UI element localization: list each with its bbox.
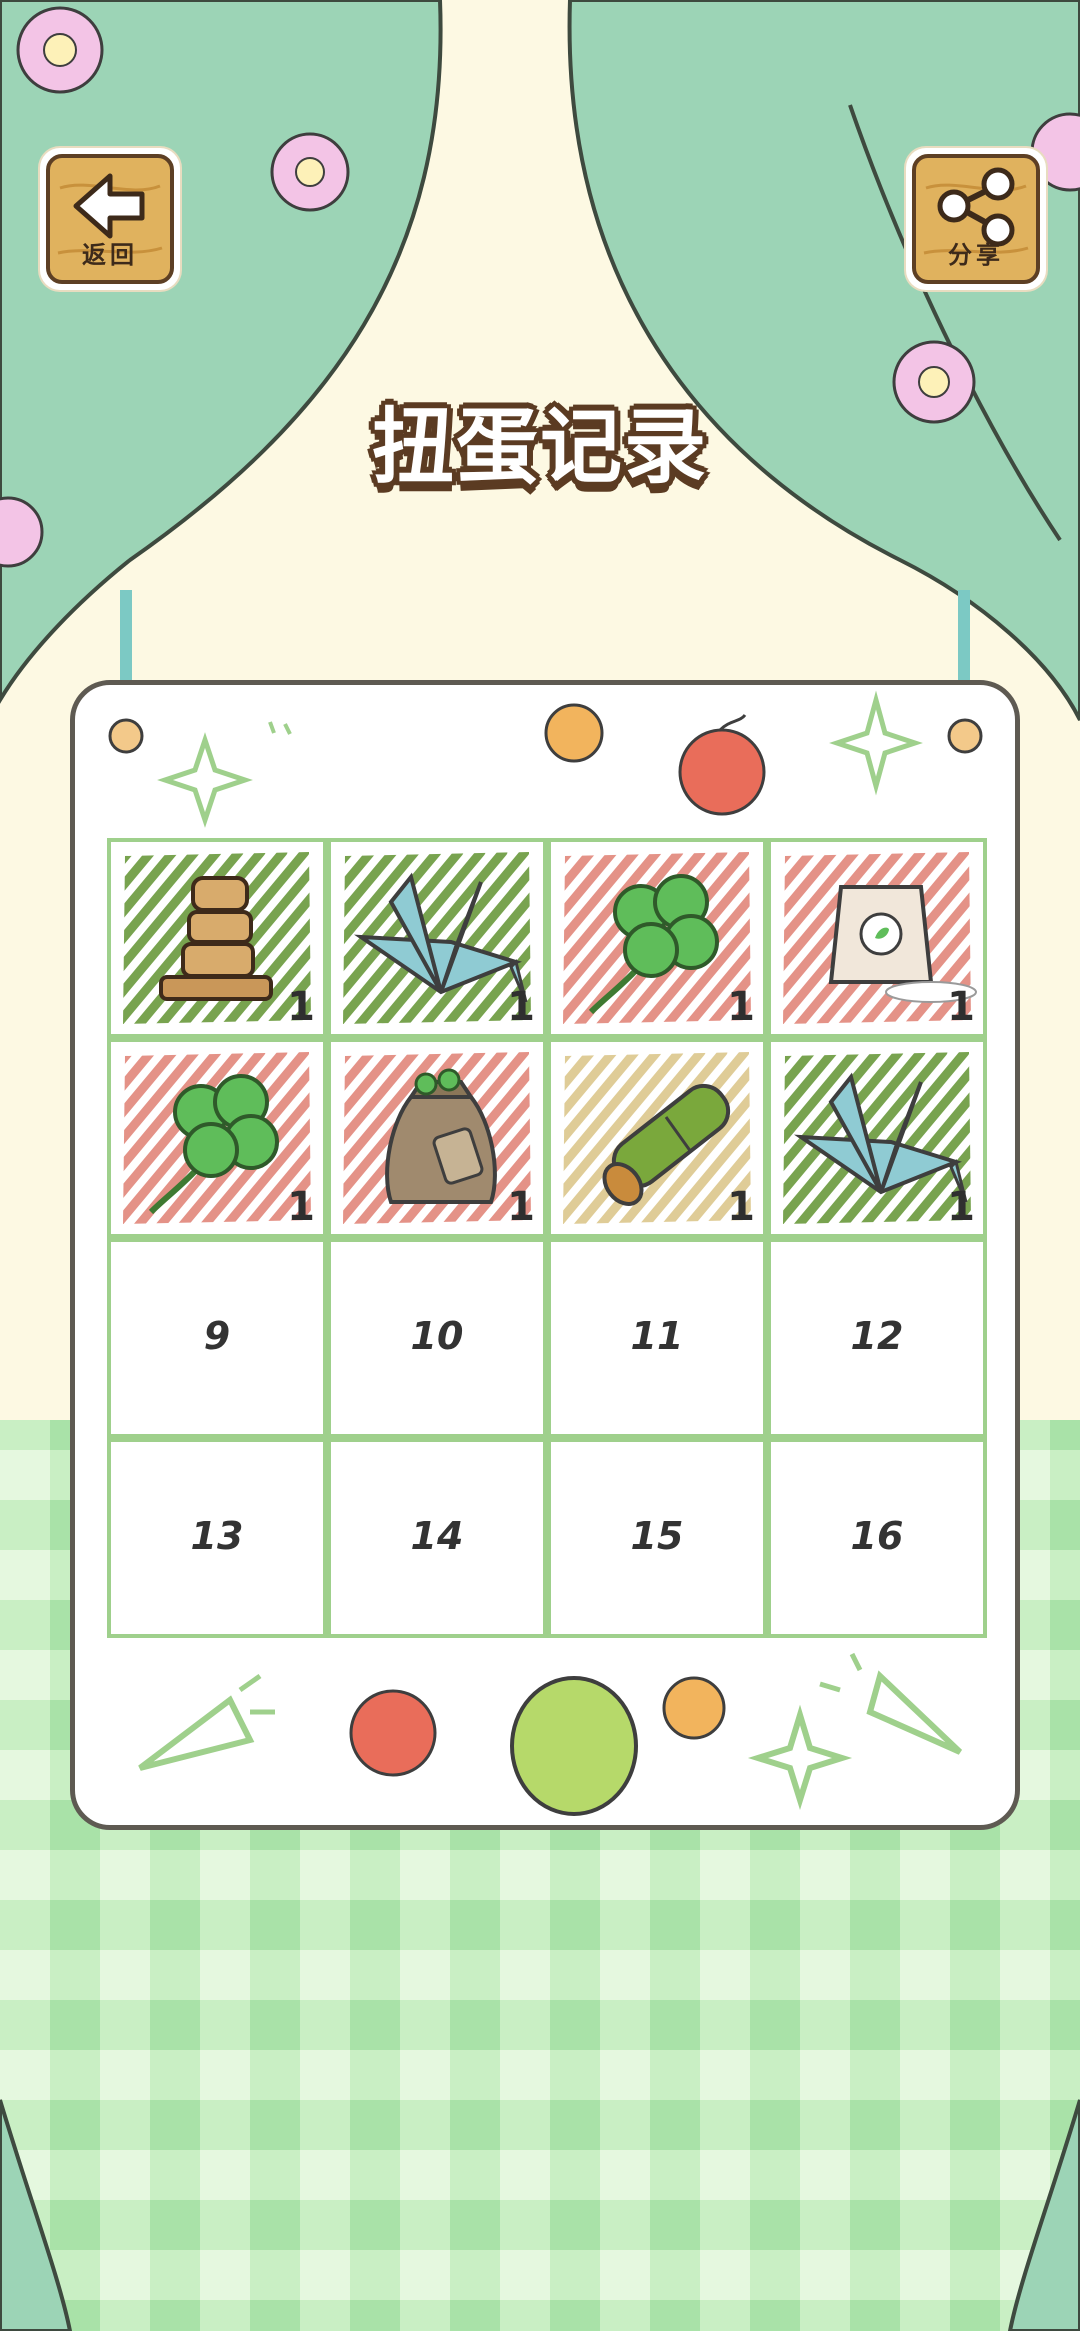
back-button[interactable]: 返回: [40, 148, 180, 290]
slot-number: 10: [410, 1314, 464, 1358]
slot-number: 16: [850, 1514, 904, 1558]
back-label: 返回: [82, 241, 138, 269]
item-count: 1: [727, 984, 755, 1030]
gacha-slot-8[interactable]: 1: [767, 1038, 987, 1238]
flower-icon: [16, 6, 104, 94]
item-count: 1: [507, 1184, 535, 1230]
slot-number: 12: [850, 1314, 904, 1358]
share-label: 分享: [948, 241, 1004, 269]
gacha-slot-2[interactable]: 1: [327, 838, 547, 1038]
gacha-slot-1[interactable]: 1: [107, 838, 327, 1038]
share-button[interactable]: 分享: [906, 148, 1046, 290]
item-count: 1: [287, 1184, 315, 1230]
gacha-slot-16[interactable]: 16: [767, 1438, 987, 1638]
gacha-slot-15[interactable]: 15: [547, 1438, 767, 1638]
slot-number: 9: [203, 1314, 231, 1358]
page-title: 扭蛋记录: [371, 400, 708, 495]
item-count: 1: [507, 984, 535, 1030]
gacha-slot-14[interactable]: 14: [327, 1438, 547, 1638]
gacha-slot-9[interactable]: 9: [107, 1238, 327, 1438]
gacha-slot-10[interactable]: 10: [327, 1238, 547, 1438]
slot-number: 14: [410, 1514, 464, 1558]
item-count: 1: [947, 984, 975, 1030]
flower-icon: [270, 132, 350, 212]
slot-number: 11: [630, 1314, 684, 1358]
slot-number: 15: [630, 1514, 684, 1558]
item-count: 1: [287, 984, 315, 1030]
item-count: 1: [727, 1184, 755, 1230]
gacha-slot-6[interactable]: 1: [327, 1038, 547, 1238]
gacha-record-grid: 1 1 1 1 1 1 1 1 9 10 11 12 13 14 15 16: [107, 838, 987, 1638]
gacha-slot-5[interactable]: 1: [107, 1038, 327, 1238]
slot-number: 13: [190, 1514, 244, 1558]
gacha-slot-7[interactable]: 1: [547, 1038, 767, 1238]
gacha-slot-13[interactable]: 13: [107, 1438, 327, 1638]
gacha-slot-4[interactable]: 1: [767, 838, 987, 1038]
item-count: 1: [947, 1184, 975, 1230]
gacha-slot-11[interactable]: 11: [547, 1238, 767, 1438]
gacha-slot-3[interactable]: 1: [547, 838, 767, 1038]
gacha-slot-12[interactable]: 12: [767, 1238, 987, 1438]
